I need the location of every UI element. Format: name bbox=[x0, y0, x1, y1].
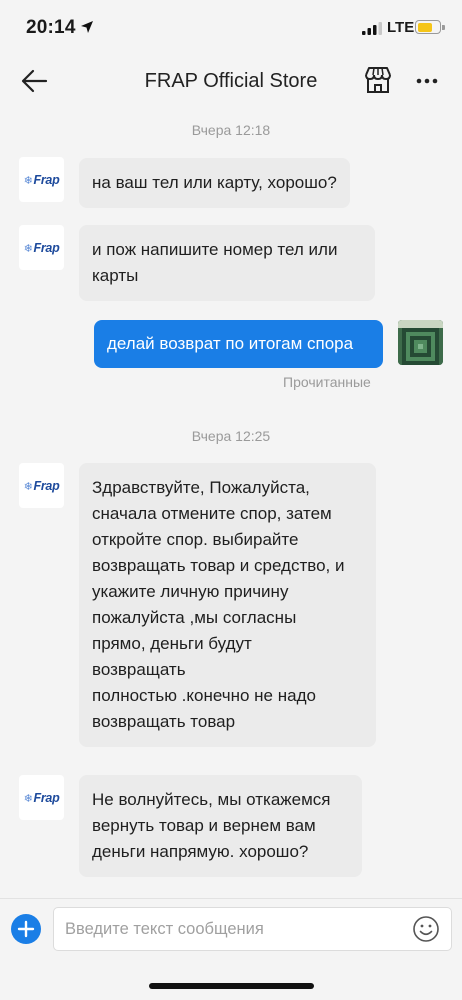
message-line: прямо, деньги будут bbox=[92, 634, 252, 653]
timestamp: Вчера 12:25 bbox=[191, 428, 271, 444]
user-avatar[interactable] bbox=[398, 320, 443, 365]
battery-nub bbox=[442, 25, 445, 30]
status-bar: 20:14 LTE bbox=[0, 0, 462, 52]
home-indicator[interactable] bbox=[149, 983, 314, 989]
frap-logo: ❄Frap bbox=[23, 478, 60, 493]
storefront-icon[interactable] bbox=[362, 64, 394, 96]
message-line: Здравствуйте, Пожалуйста, bbox=[92, 478, 310, 497]
message-line: пожалуйста ,мы согласны bbox=[92, 608, 297, 627]
user-avatar-image bbox=[398, 320, 443, 365]
read-status: Прочитанные bbox=[283, 374, 371, 390]
message-line: Не волнуйтесь, мы откажемся bbox=[92, 790, 331, 809]
message-line: и пож напишите номер тел или bbox=[92, 240, 338, 259]
timestamp: Вчера 12:18 bbox=[191, 122, 271, 138]
incoming-message: Не волнуйтесь, мы откажемся вернуть това… bbox=[79, 775, 362, 877]
message-text: на ваш тел или карту, хорошо? bbox=[92, 173, 337, 192]
outgoing-message: делай возврат по итогам спора bbox=[94, 320, 383, 368]
message-line: откройте спор. выбирайте bbox=[92, 530, 299, 549]
message-line: полностью .конечно не надо bbox=[92, 686, 316, 705]
incoming-message: и пож напишите номер тел или карты bbox=[79, 225, 375, 301]
message-input[interactable] bbox=[53, 907, 452, 951]
emoji-smile-icon[interactable] bbox=[412, 915, 440, 943]
signal-icon bbox=[362, 22, 382, 35]
message-line: укажите личную причину bbox=[92, 582, 289, 601]
battery-icon bbox=[415, 20, 441, 34]
message-line: возвращать bbox=[92, 660, 186, 679]
frap-logo: ❄Frap bbox=[23, 172, 60, 187]
message-line: деньги напрямую. хорошо? bbox=[92, 842, 309, 861]
message-line: возвращать товар bbox=[92, 712, 236, 731]
message-input-bar bbox=[0, 898, 462, 960]
message-line: возвращать товар и средство, и bbox=[92, 556, 345, 575]
location-arrow-icon bbox=[81, 21, 93, 33]
message-text: делай возврат по итогам спора bbox=[107, 334, 354, 353]
chat-header: FRAP Official Store bbox=[0, 52, 462, 112]
incoming-message: на ваш тел или карту, хорошо? bbox=[79, 158, 350, 208]
more-horizontal-icon[interactable] bbox=[414, 68, 440, 94]
message-line: сначала отмените спор, затем bbox=[92, 504, 332, 523]
seller-avatar[interactable]: ❄Frap bbox=[19, 775, 64, 820]
frap-logo: ❄Frap bbox=[23, 790, 60, 805]
seller-avatar[interactable]: ❄Frap bbox=[19, 225, 64, 270]
plus-icon[interactable] bbox=[11, 914, 41, 944]
frap-logo: ❄Frap bbox=[23, 240, 60, 255]
status-time: 20:14 bbox=[26, 17, 76, 38]
seller-avatar[interactable]: ❄Frap bbox=[19, 157, 64, 202]
battery-level bbox=[417, 22, 433, 32]
network-label: LTE bbox=[387, 19, 415, 36]
seller-avatar[interactable]: ❄Frap bbox=[19, 463, 64, 508]
message-line: карты bbox=[92, 266, 139, 285]
message-line: вернуть товар и вернем вам bbox=[92, 816, 316, 835]
incoming-message: Здравствуйте, Пожалуйста, сначала отмени… bbox=[79, 463, 376, 747]
